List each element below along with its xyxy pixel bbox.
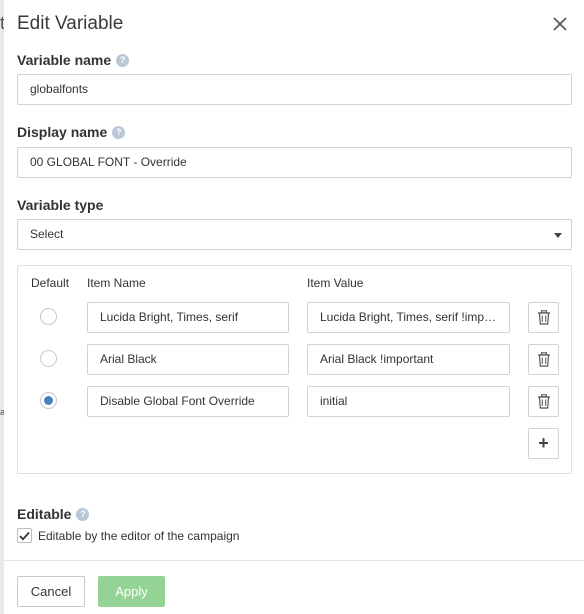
help-icon[interactable]: ? xyxy=(116,53,130,67)
item-value-input[interactable]: initial xyxy=(307,386,510,417)
editable-label-text: Editable xyxy=(17,506,72,522)
delete-item-button[interactable] xyxy=(528,302,559,333)
item-name-input[interactable]: Disable Global Font Override xyxy=(87,386,289,417)
display-name-label: Display name ? xyxy=(17,124,126,140)
trash-icon xyxy=(537,352,550,367)
checkmark-icon xyxy=(19,531,30,541)
item-value-input[interactable]: Lucida Bright, Times, serif !important xyxy=(307,302,510,333)
editable-checkbox-label[interactable]: Editable by the editor of the campaign xyxy=(38,529,239,543)
variable-type-label-text: Variable type xyxy=(17,197,104,213)
plus-icon: + xyxy=(538,433,549,453)
editable-checkbox-row: Editable by the editor of the campaign xyxy=(17,528,239,543)
add-item-button[interactable]: + xyxy=(528,428,559,459)
column-header-default: Default xyxy=(31,276,70,290)
chevron-down-icon xyxy=(554,233,562,238)
help-icon[interactable]: ? xyxy=(76,507,90,521)
cancel-button[interactable]: Cancel xyxy=(17,576,85,607)
editable-label: Editable ? xyxy=(17,506,90,522)
dialog-title: Edit Variable xyxy=(17,13,124,34)
item-value-input[interactable]: Arial Black !important xyxy=(307,344,510,375)
variable-type-select[interactable]: Select xyxy=(17,219,572,250)
delete-item-button[interactable] xyxy=(528,386,559,417)
default-radio-selected[interactable] xyxy=(40,392,57,409)
editable-checkbox[interactable] xyxy=(17,528,32,543)
column-header-item-name: Item Name xyxy=(87,276,146,290)
display-name-label-text: Display name xyxy=(17,124,108,140)
close-icon xyxy=(553,17,567,31)
footer-divider xyxy=(4,560,584,561)
variable-name-input[interactable]: globalfonts xyxy=(17,74,572,105)
default-radio[interactable] xyxy=(40,350,57,367)
trash-icon xyxy=(537,310,550,325)
variable-type-label: Variable type xyxy=(17,197,103,213)
delete-item-button[interactable] xyxy=(528,344,559,375)
variable-type-value: Select xyxy=(30,227,64,241)
variable-name-label: Variable name ? xyxy=(17,52,130,68)
close-button[interactable] xyxy=(550,14,570,34)
default-radio[interactable] xyxy=(40,308,57,325)
trash-icon xyxy=(537,394,550,409)
column-header-item-value: Item Value xyxy=(307,276,364,290)
variable-name-label-text: Variable name xyxy=(17,52,112,68)
help-icon[interactable]: ? xyxy=(112,125,126,139)
item-name-input[interactable]: Lucida Bright, Times, serif xyxy=(87,302,289,333)
apply-button[interactable]: Apply xyxy=(98,576,165,607)
items-table: Default Item Name Item Value Lucida Brig… xyxy=(17,265,572,474)
display-name-input[interactable]: 00 GLOBAL FONT - Override xyxy=(17,147,572,178)
item-name-input[interactable]: Arial Black xyxy=(87,344,289,375)
edit-variable-dialog: Edit Variable Variable name ? globalfont… xyxy=(4,0,584,614)
